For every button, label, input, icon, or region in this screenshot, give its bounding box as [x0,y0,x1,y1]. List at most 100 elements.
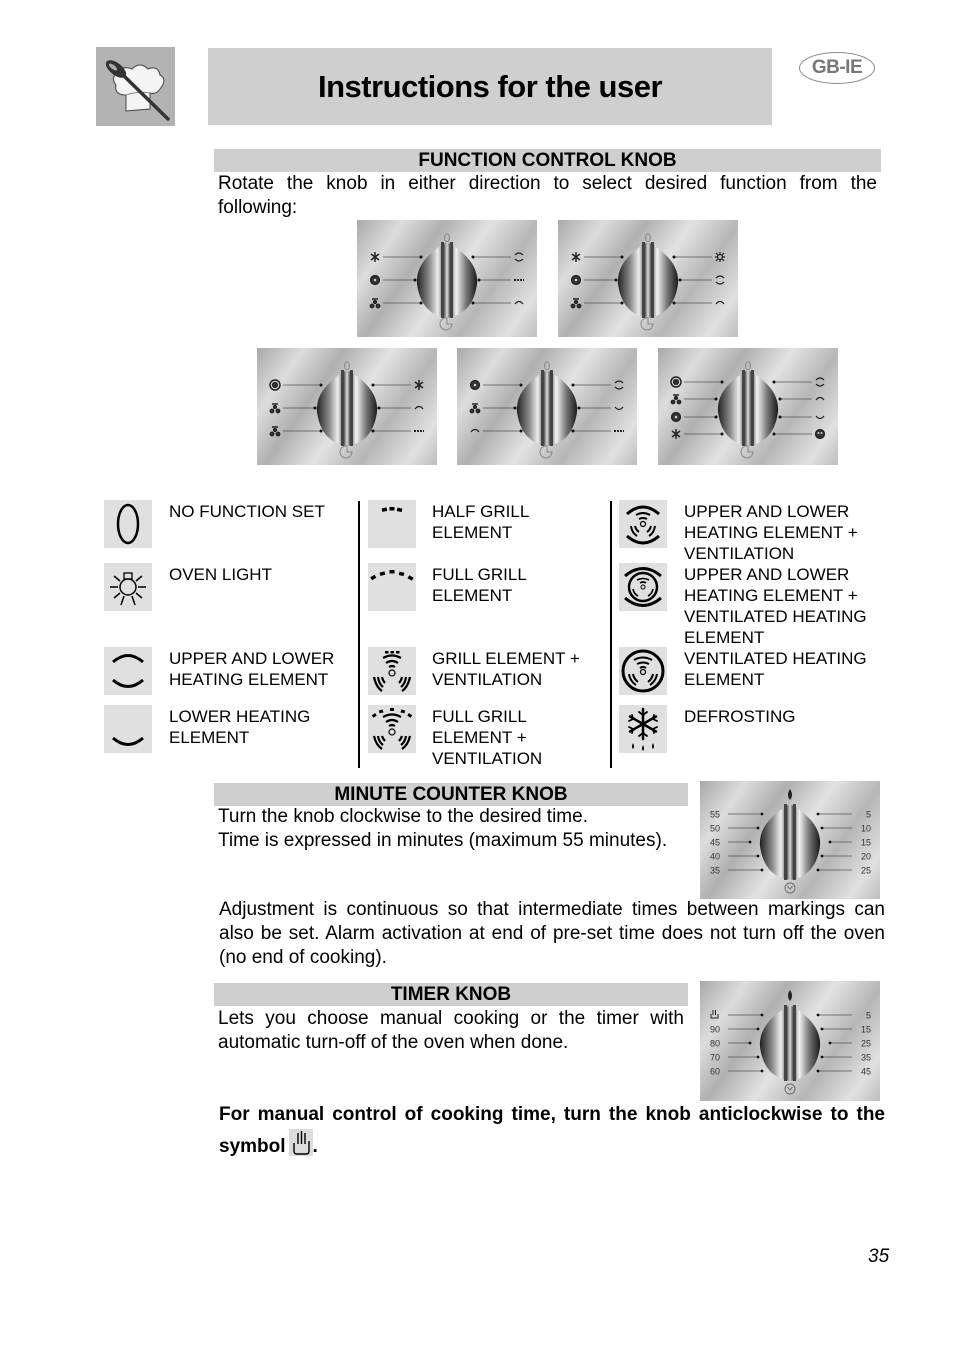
dial-right-label: 35 [861,1053,871,1063]
legend-divider-2 [610,501,612,768]
timer-symbol-icon [439,317,453,331]
minute-counter-dial-diagram: 55 550 1045 1540 2035 25 [710,789,871,894]
knob-panel-1-diagram: 0 [369,231,524,331]
full-grill-icon [368,563,416,611]
chef-hat-spoon-icon [96,47,175,126]
clock-icon [784,882,796,894]
dial-off-symbol: 0 [444,231,451,245]
dial-dot [760,1013,764,1017]
upper-icon [514,300,524,305]
dial-dot [760,812,764,816]
knob[interactable] [316,370,378,446]
dial-dot [778,397,782,401]
timer-symbol-icon [740,445,754,459]
knob[interactable] [416,242,478,318]
knob[interactable] [617,242,679,318]
fan-grill-icon [570,274,582,286]
dial-left-label: 60 [710,1067,720,1077]
dial-dot [620,255,624,259]
upper-icon [815,396,825,401]
dial-left-label: 45 [710,838,720,848]
knob-panel-5: 0 [658,348,838,465]
clock-icon [784,1083,796,1095]
upper-lower-ventilated-heating-icon [619,563,667,611]
dial-dot [756,854,760,858]
minute-counter-line-1: Turn the knob clockwise to the desired t… [218,806,588,827]
dial-dot [319,383,323,387]
dial-dot [756,826,760,830]
dial-dot [571,383,575,387]
half-grill-icon [368,500,416,548]
dial-dot [371,383,375,387]
dial-dot [772,380,776,384]
fan-circle-icon [814,428,826,440]
timer-description: Lets you choose manual cooking or the ti… [218,1008,684,1053]
dial-dot [820,854,824,858]
minute-counter-heading: MINUTE COUNTER KNOB [214,783,688,806]
dial-dot [816,812,820,816]
dial-dot [772,432,776,436]
dial-indicator [788,789,792,800]
dial-dot [471,255,475,259]
timer-heading: TIMER KNOB [214,983,688,1006]
upper-lower-icon [715,275,725,285]
ventilated-heating-icon [619,647,667,695]
grill-ventilation-icon [368,647,416,695]
knob[interactable] [759,1005,821,1081]
legend-label: NO FUNCTION SET [169,502,325,521]
dial-off-symbol: 0 [544,359,551,373]
oven-light-icon [104,563,152,611]
knob-panel-1: 0 [357,220,537,337]
fan-grill-icon [469,379,481,391]
dial-right-label: 25 [861,866,871,876]
knob[interactable] [516,370,578,446]
dial-dot [756,1027,760,1031]
dial-dot [672,301,676,305]
knob[interactable] [717,370,779,446]
dial-dot [419,301,423,305]
full-grill-fan-icon [269,426,281,437]
knob-panel-2: 0 [558,220,738,337]
grill-fan-icon [269,403,281,414]
dial-dot [419,255,423,259]
legend-label: DEFROSTING [684,707,796,726]
fan-grill-icon [369,274,381,286]
dial-dot [519,429,523,433]
legend-divider-1 [358,501,360,768]
lower-heating-icon [104,705,152,753]
dial-right-label: 5 [866,1011,871,1021]
defrosting-icon [619,705,667,753]
dial-dot [678,278,682,282]
dial-left-label: 70 [710,1053,720,1063]
fan-ring-icon [670,376,682,388]
defrost-icon [671,429,681,439]
dial-dot [760,1069,764,1073]
knob[interactable] [759,804,821,880]
defrost-icon [571,252,581,262]
knob-panel-4: 0 [457,348,637,465]
legend-label: UPPER AND LOWER HEATING ELEMENT + VENTIL… [684,502,858,563]
dial-left-label: 35 [710,866,720,876]
dial-off-symbol: 0 [745,359,752,373]
timer-symbol-icon [539,445,553,459]
dial-dot [377,406,381,410]
legend-label: FULL GRILL ELEMENT [432,565,527,605]
minute-counter-line-2: Time is expressed in minutes (maximum 55… [218,830,668,851]
legend-label: UPPER AND LOWER HEATING ELEMENT [169,649,335,689]
upper-lower-icon [614,380,624,390]
dial-dot [748,840,752,844]
dial-right-label: 25 [861,1039,871,1049]
grill-fan-icon [369,298,381,309]
dial-dot [778,415,782,419]
hand-icon [288,1129,313,1156]
dial-dot [519,383,523,387]
dial-right-label: 10 [861,824,871,834]
minute-counter-dial: 55 5 50 10 45 15 40 20 35 25 [700,781,880,899]
knob-panel-3: 0 [257,348,437,465]
minute-counter-note: Adjustment is continuous so that interme… [219,899,885,968]
grill-fan-icon [570,298,582,309]
upper-lower-icon [815,377,825,387]
upper-lower-heating-icon [104,647,152,695]
grill-fan-icon [469,403,481,414]
lower-icon [815,415,825,420]
